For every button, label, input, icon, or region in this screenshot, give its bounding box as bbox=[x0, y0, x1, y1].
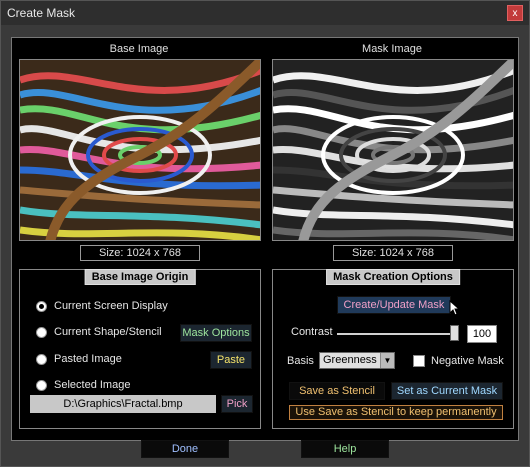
radio-button-selected[interactable] bbox=[36, 300, 47, 312]
radio-label: Current Screen Display bbox=[54, 300, 168, 312]
radio-selected-image[interactable]: Selected Image bbox=[36, 377, 130, 393]
window-title: Create Mask bbox=[7, 6, 76, 20]
contrast-value-input[interactable]: 100 bbox=[467, 325, 497, 343]
radio-current-shape[interactable]: Current Shape/Stencil bbox=[36, 324, 162, 340]
base-image-fractal bbox=[20, 60, 260, 240]
contrast-slider-track[interactable] bbox=[337, 333, 459, 335]
radio-button[interactable] bbox=[36, 379, 47, 391]
radio-label: Current Shape/Stencil bbox=[54, 326, 162, 338]
mask-options-button[interactable]: Mask Options bbox=[180, 324, 252, 342]
chevron-down-icon[interactable]: ▼ bbox=[380, 353, 394, 368]
radio-pasted-image[interactable]: Pasted Image bbox=[36, 351, 122, 367]
mask-creation-options-panel: Mask Creation Options Create/Update Mask… bbox=[272, 269, 514, 429]
basis-select-value: Greenness bbox=[323, 354, 377, 366]
done-button[interactable]: Done bbox=[141, 440, 229, 458]
title-bar: Create Mask x bbox=[1, 1, 529, 25]
save-stencil-hint: Use Save as Stencil to keep permanently bbox=[289, 405, 503, 420]
mask-image-fractal bbox=[273, 60, 513, 240]
contrast-label: Contrast bbox=[291, 326, 333, 338]
origin-panel-title: Base Image Origin bbox=[84, 269, 196, 285]
mask-image-size: Size: 1024 x 768 bbox=[333, 245, 453, 261]
create-mask-dialog: Create Mask x Base Image Size: 1024 x 76… bbox=[0, 0, 530, 467]
mask-options-panel-title: Mask Creation Options bbox=[326, 269, 460, 285]
create-update-mask-button[interactable]: Create/Update Mask bbox=[337, 296, 451, 314]
basis-label: Basis bbox=[287, 355, 314, 367]
close-button[interactable]: x bbox=[507, 5, 523, 21]
base-image-label: Base Image bbox=[109, 43, 169, 55]
base-image-preview bbox=[19, 59, 261, 241]
help-button[interactable]: Help bbox=[301, 440, 389, 458]
dialog-body: Base Image Size: 1024 x 768 Mask Image S… bbox=[1, 25, 529, 466]
mask-image-preview bbox=[272, 59, 514, 241]
content-area: Base Image Size: 1024 x 768 Mask Image S… bbox=[11, 37, 519, 441]
base-image-origin-panel: Base Image Origin Current Screen Display… bbox=[19, 269, 261, 429]
image-path-field[interactable]: D:\Graphics\Fractal.bmp bbox=[30, 395, 216, 413]
negative-mask-checkbox[interactable] bbox=[413, 355, 425, 367]
save-as-stencil-button[interactable]: Save as Stencil bbox=[289, 382, 385, 400]
radio-button[interactable] bbox=[36, 353, 47, 365]
paste-button[interactable]: Paste bbox=[210, 351, 252, 369]
radio-label: Selected Image bbox=[54, 379, 131, 391]
set-as-current-mask-button[interactable]: Set as Current Mask bbox=[391, 382, 503, 400]
radio-button[interactable] bbox=[36, 326, 47, 338]
negative-mask-label: Negative Mask bbox=[431, 355, 504, 367]
pick-button[interactable]: Pick bbox=[221, 395, 253, 413]
mouse-cursor-icon bbox=[449, 300, 461, 316]
contrast-slider-thumb[interactable] bbox=[450, 325, 459, 341]
base-image-size: Size: 1024 x 768 bbox=[80, 245, 200, 261]
basis-select[interactable]: Greenness ▼ bbox=[319, 352, 395, 369]
mask-image-label: Mask Image bbox=[362, 43, 422, 55]
radio-current-screen[interactable]: Current Screen Display bbox=[36, 298, 168, 314]
radio-label: Pasted Image bbox=[54, 353, 122, 365]
